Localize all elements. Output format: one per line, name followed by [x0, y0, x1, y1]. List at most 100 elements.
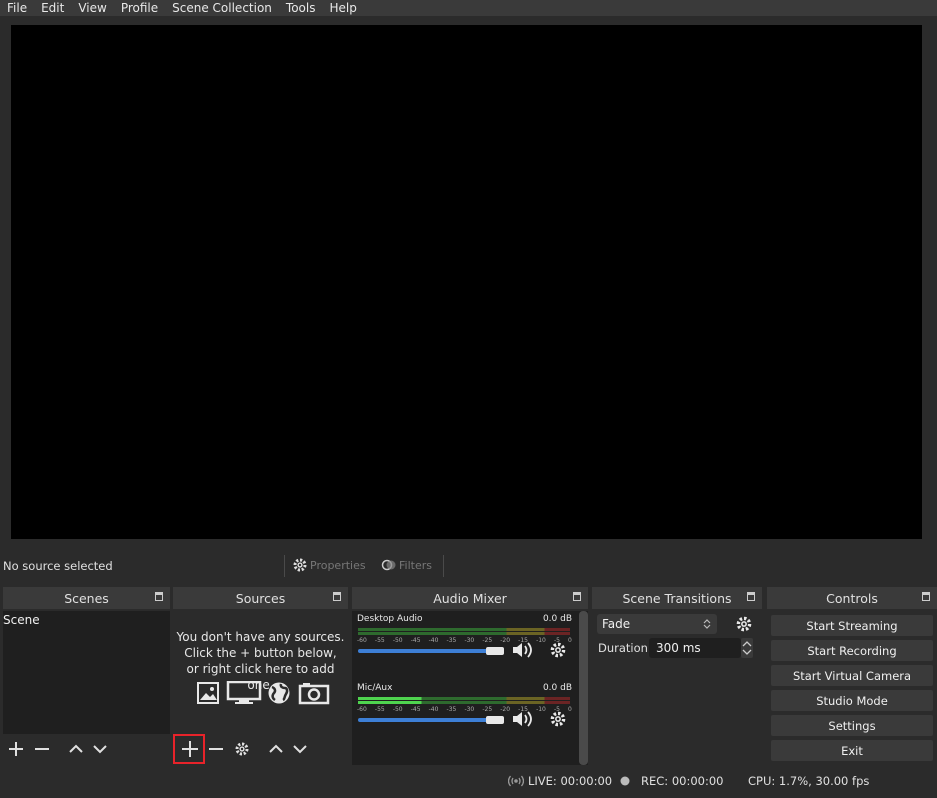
meter-scale: -60 -55 -50 -45 -40 -35 -30 -25 -20 -15 -10 -5 0	[357, 637, 572, 644]
studio-mode-button[interactable]: Studio Mode	[771, 690, 933, 711]
transitions-title: Scene Transitions	[622, 590, 732, 606]
undock-icon[interactable]	[155, 592, 163, 601]
controls-title-bar: Controls	[767, 587, 937, 609]
scale-tick: 0	[568, 706, 572, 713]
scale-tick: 0	[568, 637, 572, 644]
sources-title-bar: Sources	[173, 587, 348, 609]
mixer-scrollbar[interactable]	[579, 611, 588, 765]
channel-settings-button[interactable]	[549, 641, 567, 662]
channel-name: Desktop Audio	[357, 614, 423, 624]
start-streaming-button[interactable]: Start Streaming	[771, 615, 933, 636]
menu-scene-collection[interactable]: Scene Collection	[165, 0, 279, 16]
controls-dock: Controls Start Streaming Start Recording…	[767, 587, 937, 767]
scale-tick: -40	[428, 637, 439, 644]
add-scene-button[interactable]	[6, 739, 26, 759]
empty-line: You don't have any sources.	[176, 630, 345, 644]
scenes-toolbar	[6, 739, 110, 759]
sources-list[interactable]: You don't have any sources. Click the + …	[173, 611, 348, 734]
volume-slider-handle[interactable]	[486, 647, 504, 655]
live-timer: LIVE: 00:00:00	[528, 774, 613, 788]
scale-tick: -60	[357, 706, 367, 713]
source-toolbar	[0, 551, 937, 582]
add-source-button[interactable]	[180, 739, 200, 759]
undock-icon[interactable]	[573, 592, 581, 601]
meter-scale: -60 -55 -50 -45 -40 -35 -30 -25 -20 -15 -10 -5 0	[357, 706, 572, 713]
volume-meter	[358, 628, 570, 631]
transition-select[interactable]: Fade	[597, 614, 717, 634]
scale-tick: -60	[357, 637, 367, 644]
scale-tick: -20	[500, 706, 511, 713]
scale-tick: -55	[374, 706, 385, 713]
record-dot-icon	[620, 776, 630, 786]
move-scene-down-button[interactable]	[90, 739, 110, 759]
image-icon	[197, 682, 219, 704]
channel-settings-button[interactable]	[549, 710, 567, 731]
undock-icon[interactable]	[747, 592, 755, 601]
preview-canvas[interactable]	[11, 25, 922, 539]
undock-icon[interactable]	[333, 592, 341, 601]
scale-tick: -50	[392, 637, 403, 644]
menu-profile[interactable]: Profile	[114, 0, 165, 16]
scale-tick: -35	[446, 637, 457, 644]
filters-button[interactable]: Filters	[381, 557, 432, 573]
volume-slider[interactable]	[358, 649, 488, 653]
properties-button[interactable]: Properties	[292, 557, 366, 573]
chevron-down-icon	[293, 745, 307, 754]
scene-item[interactable]: Scene	[3, 611, 170, 629]
scale-tick: -45	[410, 637, 421, 644]
duration-label: Duration	[598, 641, 648, 655]
settings-button[interactable]: Settings	[771, 715, 933, 736]
display-icon	[226, 681, 262, 704]
status-bar: LIVE: 00:00:00 REC: 00:00:00 CPU: 1.7%, …	[0, 770, 937, 792]
mixer-title-bar: Audio Mixer	[352, 587, 588, 609]
transitions-title-bar: Scene Transitions	[592, 587, 762, 609]
remove-source-button[interactable]	[206, 739, 226, 759]
move-source-up-button[interactable]	[266, 739, 286, 759]
source-properties-button[interactable]	[232, 739, 252, 759]
scale-tick: -30	[464, 706, 475, 713]
volume-slider[interactable]	[358, 718, 488, 722]
gear-icon	[235, 742, 249, 756]
scale-tick: -40	[428, 706, 439, 713]
exit-button[interactable]: Exit	[771, 740, 933, 761]
start-virtual-camera-button[interactable]: Start Virtual Camera	[771, 665, 933, 686]
mixer-title: Audio Mixer	[433, 590, 507, 606]
duration-input[interactable]: 300 ms	[649, 638, 741, 658]
volume-meter	[358, 697, 570, 700]
scale-tick: -35	[446, 706, 457, 713]
mute-button[interactable]	[512, 710, 536, 731]
start-recording-button[interactable]: Start Recording	[771, 640, 933, 661]
menu-bar: File Edit View Profile Scene Collection …	[0, 0, 937, 16]
undock-icon[interactable]	[922, 592, 930, 601]
minus-icon	[209, 748, 223, 750]
sources-toolbar	[180, 739, 310, 759]
minus-icon	[35, 748, 49, 750]
scenes-list[interactable]: Scene	[3, 611, 170, 734]
remove-scene-button[interactable]	[32, 739, 52, 759]
scenes-title-bar: Scenes	[3, 587, 170, 609]
move-scene-up-button[interactable]	[66, 739, 86, 759]
menu-file[interactable]: File	[0, 0, 34, 16]
menu-edit[interactable]: Edit	[34, 0, 71, 16]
mute-button[interactable]	[512, 641, 536, 662]
menu-view[interactable]: View	[71, 0, 113, 16]
scale-tick: -30	[464, 637, 475, 644]
menu-help[interactable]: Help	[322, 0, 363, 16]
transitions-body: Fade Duration 300 ms	[592, 611, 762, 671]
empty-line: Click the + button below,	[184, 646, 337, 660]
broadcast-icon	[508, 775, 524, 787]
select-arrows-icon	[703, 619, 711, 629]
transition-settings-button[interactable]	[735, 615, 753, 636]
rec-timer: REC: 00:00:00	[641, 774, 724, 788]
scale-tick: -20	[500, 637, 511, 644]
scenes-dock: Scenes Scene	[3, 587, 170, 767]
menu-tools[interactable]: Tools	[279, 0, 323, 16]
properties-label: Properties	[310, 558, 366, 572]
source-type-icons	[193, 681, 333, 705]
duration-spinner[interactable]	[741, 638, 753, 658]
scale-tick: -25	[482, 706, 493, 713]
move-source-down-button[interactable]	[290, 739, 310, 759]
channel-name: Mic/Aux	[357, 683, 393, 693]
volume-slider-handle[interactable]	[486, 716, 504, 724]
chevron-down-icon	[93, 745, 107, 754]
